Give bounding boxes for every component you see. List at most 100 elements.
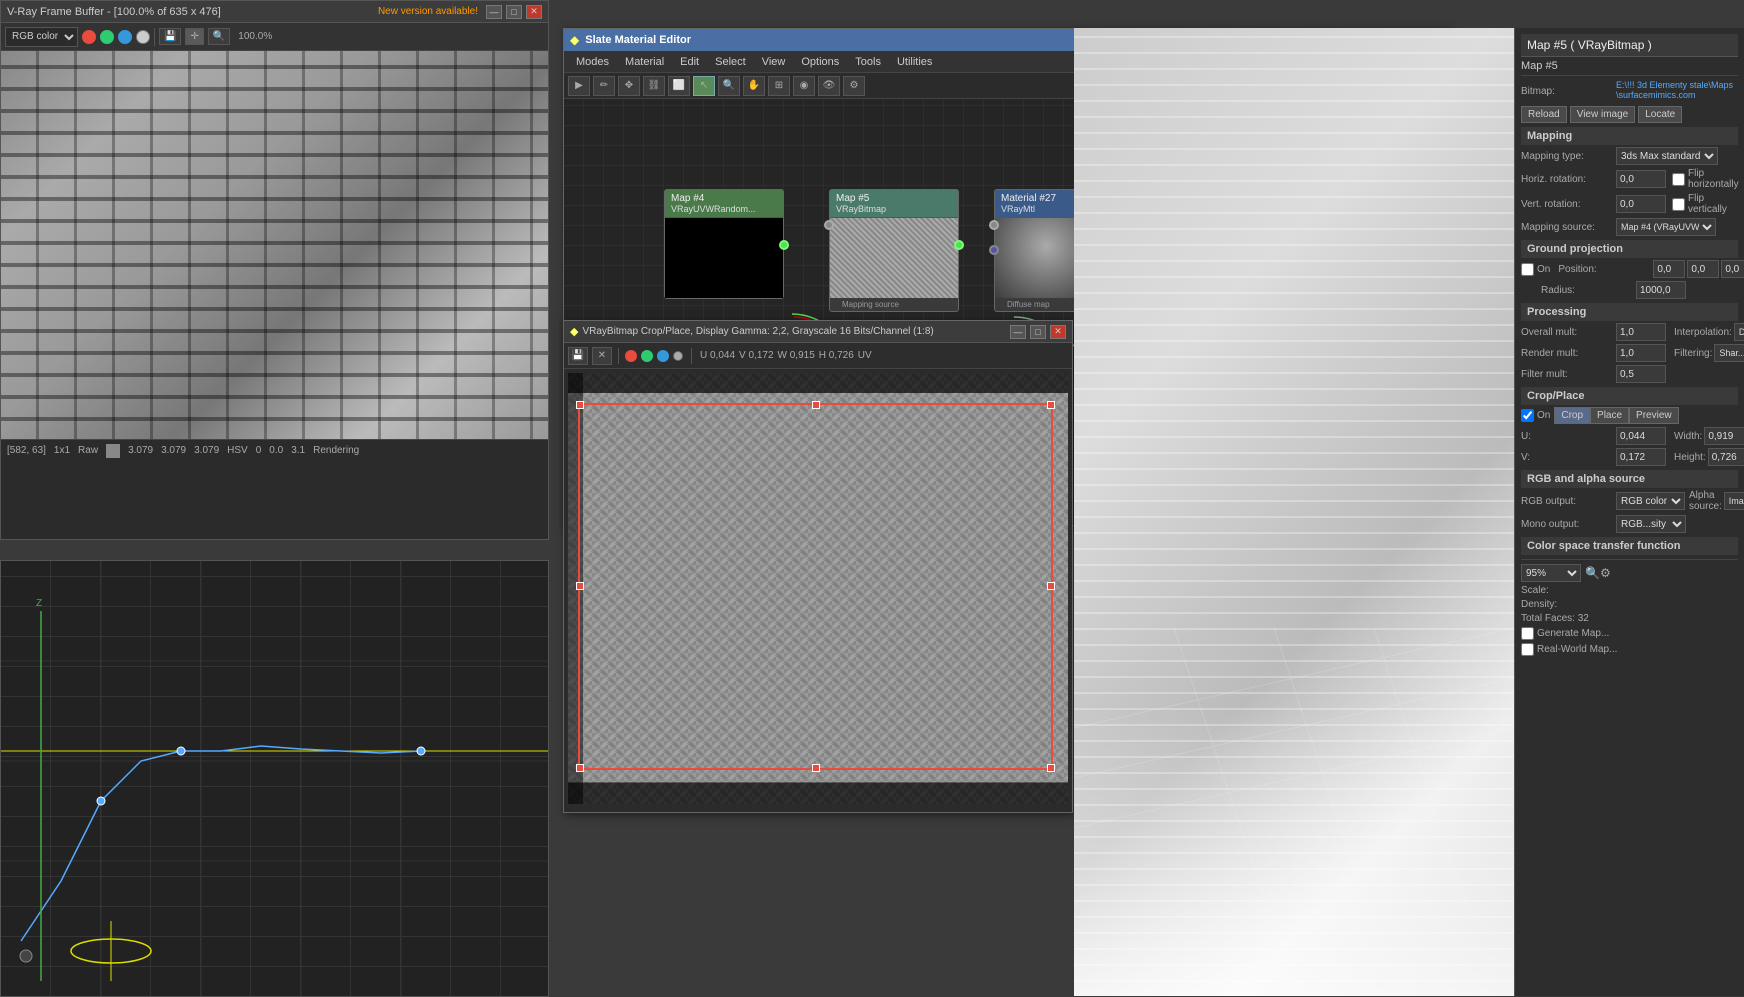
ground-projection-header[interactable]: Ground projection xyxy=(1521,240,1738,258)
mapping-section-header[interactable]: Mapping xyxy=(1521,127,1738,145)
crop-handle-topleft[interactable] xyxy=(576,401,584,409)
mono-output-select[interactable]: RGB...sity xyxy=(1616,515,1686,533)
slate-menu-select[interactable]: Select xyxy=(707,54,754,70)
vfb-color-select[interactable]: RGB color xyxy=(5,27,78,47)
zoom-plus-btn[interactable]: ⚙ xyxy=(1600,566,1611,580)
slate-menu-modes[interactable]: Modes xyxy=(568,54,617,70)
vfb-minimize-button[interactable]: — xyxy=(486,5,502,19)
interpolation-select[interactable]: Default xyxy=(1734,323,1744,341)
place-button[interactable]: Place xyxy=(1590,407,1629,424)
position-z-input[interactable] xyxy=(1721,260,1744,278)
node-map4-preview xyxy=(665,218,783,298)
vfb-close-button[interactable]: ✕ xyxy=(526,5,542,19)
vraybitmap-content[interactable] xyxy=(568,373,1068,804)
slate-toolbar-play[interactable]: ▶ xyxy=(568,76,590,96)
vfb-zoom-btn[interactable]: 🔍 xyxy=(208,28,230,45)
flip-vertically-checkbox[interactable] xyxy=(1672,198,1685,211)
vbm-close-btn[interactable]: ✕ xyxy=(592,347,612,365)
position-x-input[interactable] xyxy=(1653,260,1685,278)
zoom-minus-btn[interactable]: 🔍 xyxy=(1585,566,1600,580)
node-map4-output-socket[interactable] xyxy=(779,240,789,250)
position-y-input[interactable] xyxy=(1687,260,1719,278)
vbm-mono-dot[interactable] xyxy=(673,351,683,361)
mapping-type-select[interactable]: 3ds Max standard xyxy=(1616,147,1718,165)
flip-horizontally-checkbox[interactable] xyxy=(1672,173,1685,186)
slate-toolbar-pan[interactable]: ✋ xyxy=(743,76,765,96)
crop-button[interactable]: Crop xyxy=(1554,407,1590,424)
vraybitmap-close-button[interactable]: ✕ xyxy=(1050,325,1066,339)
vfb-cursor-btn[interactable]: ✛ xyxy=(185,28,203,45)
rgb-output-select[interactable]: RGB color xyxy=(1616,492,1685,510)
slate-toolbar-connect[interactable]: ⛓ xyxy=(643,76,665,96)
ground-projection-on-checkbox[interactable] xyxy=(1521,263,1534,276)
crop-v-input[interactable] xyxy=(1616,448,1666,466)
node-material27-input-socket[interactable] xyxy=(989,220,999,230)
node-map5[interactable]: Map #5 VRayBitmap Mapping source xyxy=(829,189,959,312)
vbm-red-dot[interactable] xyxy=(625,350,637,362)
crop-overlay[interactable] xyxy=(578,403,1053,769)
crop-on-checkbox[interactable] xyxy=(1521,409,1534,422)
slate-toolbar-render[interactable]: ◉ xyxy=(793,76,815,96)
crop-handle-midleft[interactable] xyxy=(576,582,584,590)
slate-menu-edit[interactable]: Edit xyxy=(672,54,707,70)
locate-button[interactable]: Locate xyxy=(1638,106,1682,123)
crop-handle-topright[interactable] xyxy=(1047,401,1055,409)
slate-menu-options[interactable]: Options xyxy=(793,54,847,70)
slate-toolbar-settings[interactable]: ⚙ xyxy=(843,76,865,96)
reload-button[interactable]: Reload xyxy=(1521,106,1567,123)
width-input[interactable] xyxy=(1704,427,1744,445)
slate-toolbar-preview[interactable]: 👁 xyxy=(818,76,840,96)
slate-toolbar-cursor[interactable]: ↖ xyxy=(693,76,715,96)
height-input[interactable] xyxy=(1708,448,1744,466)
crop-handle-bottomright[interactable] xyxy=(1047,764,1055,772)
vert-rotation-input[interactable] xyxy=(1616,195,1666,213)
slate-toolbar-grid[interactable]: ⊞ xyxy=(768,76,790,96)
slate-toolbar-pencil[interactable]: ✏ xyxy=(593,76,615,96)
crop-u-input[interactable] xyxy=(1616,427,1666,445)
mapping-source-select[interactable]: Map #4 (VRayUVWRandomizer... xyxy=(1616,218,1716,236)
node-map5-output-socket[interactable] xyxy=(954,240,964,250)
crop-place-section-header[interactable]: Crop/Place xyxy=(1521,387,1738,405)
view-image-button[interactable]: View image xyxy=(1570,106,1636,123)
alpha-source-select[interactable]: Ima...pha xyxy=(1724,492,1744,510)
radius-input[interactable] xyxy=(1636,281,1686,299)
vfb-maximize-button[interactable]: □ xyxy=(506,5,522,19)
color-dot-blue[interactable] xyxy=(118,30,132,44)
slate-toolbar-move[interactable]: ✥ xyxy=(618,76,640,96)
node-map5-subtitle: VRayBitmap xyxy=(836,204,952,214)
crop-handle-topmid[interactable] xyxy=(812,401,820,409)
vbm-save-btn[interactable]: 💾 xyxy=(568,347,588,365)
vbm-blue-dot[interactable] xyxy=(657,350,669,362)
zoom-select[interactable]: 95% xyxy=(1521,564,1581,582)
generate-map-checkbox[interactable] xyxy=(1521,627,1534,640)
slate-menu-utilities[interactable]: Utilities xyxy=(889,54,940,70)
rgb-alpha-section-header[interactable]: RGB and alpha source xyxy=(1521,470,1738,488)
render-mult-input[interactable] xyxy=(1616,344,1666,362)
horiz-rotation-input[interactable] xyxy=(1616,170,1666,188)
slate-toolbar-zoom[interactable]: 🔍 xyxy=(718,76,740,96)
slate-toolbar-box[interactable]: ⬜ xyxy=(668,76,690,96)
node-material27-input2-socket[interactable] xyxy=(989,245,999,255)
color-space-section-header[interactable]: Color space transfer function xyxy=(1521,537,1738,555)
crop-handle-midright[interactable] xyxy=(1047,582,1055,590)
preview-button[interactable]: Preview xyxy=(1629,407,1679,424)
filter-mult-input[interactable] xyxy=(1616,365,1666,383)
real-world-map-checkbox[interactable] xyxy=(1521,643,1534,656)
node-map5-input-socket[interactable] xyxy=(824,220,834,230)
color-dot-white[interactable] xyxy=(136,30,150,44)
vfb-save-btn[interactable]: 💾 xyxy=(159,28,181,45)
color-dot-green[interactable] xyxy=(100,30,114,44)
filtering-select[interactable]: Shar...opic xyxy=(1714,344,1744,362)
vraybitmap-maximize-button[interactable]: □ xyxy=(1030,325,1046,339)
node-map4[interactable]: Map #4 VRayUVWRandom... xyxy=(664,189,784,299)
processing-section-header[interactable]: Processing xyxy=(1521,303,1738,321)
slate-menu-material[interactable]: Material xyxy=(617,54,672,70)
crop-handle-bottomleft[interactable] xyxy=(576,764,584,772)
color-dot-red[interactable] xyxy=(82,30,96,44)
slate-menu-view[interactable]: View xyxy=(754,54,794,70)
overall-mult-input[interactable] xyxy=(1616,323,1666,341)
vbm-green-dot[interactable] xyxy=(641,350,653,362)
crop-handle-bottommid[interactable] xyxy=(812,764,820,772)
vraybitmap-minimize-button[interactable]: — xyxy=(1010,325,1026,339)
slate-menu-tools[interactable]: Tools xyxy=(847,54,889,70)
